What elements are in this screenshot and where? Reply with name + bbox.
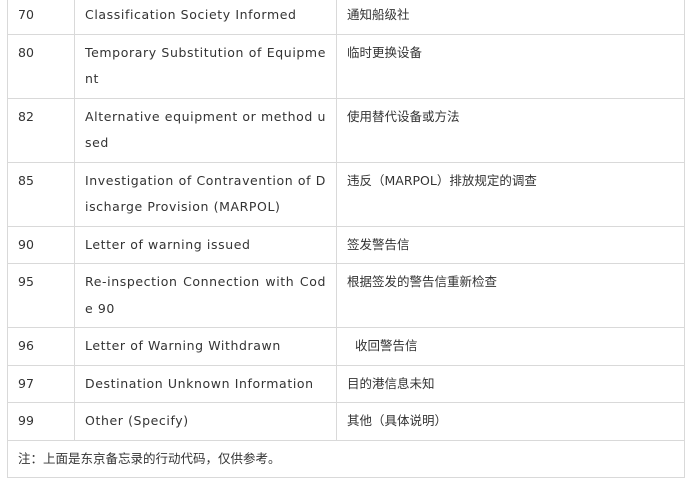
english-description-cell: Temporary Substitution of Equipment bbox=[74, 33, 337, 99]
chinese-description-cell: 签发警告信 bbox=[336, 225, 685, 264]
chinese-description-cell: 目的港信息未知 bbox=[336, 364, 685, 403]
table-row: 95 Re-inspection Connection with Code 90… bbox=[7, 263, 685, 328]
code-cell: 99 bbox=[7, 402, 75, 441]
note-row: 注：上面是东京备忘录的行动代码，仅供参考。 bbox=[7, 439, 685, 478]
table-row: 96 Letter of Warning Withdrawn 收回警告信 bbox=[7, 327, 685, 366]
table-row: 99 Other (Specify) 其他（具体说明） bbox=[7, 402, 685, 441]
table-row: 80 Temporary Substitution of Equipment 临… bbox=[7, 33, 685, 99]
table-row: 70 Classification Society Informed 通知船级社 bbox=[7, 0, 685, 35]
chinese-description-cell: 违反（MARPOL）排放规定的调查 bbox=[336, 161, 685, 227]
english-description-cell: Investigation of Contravention of Discha… bbox=[74, 161, 337, 227]
table-row: 90 Letter of warning issued 签发警告信 bbox=[7, 225, 685, 264]
english-description-cell: Letter of Warning Withdrawn bbox=[74, 327, 337, 366]
chinese-description-cell: 收回警告信 bbox=[336, 327, 685, 366]
code-cell: 85 bbox=[7, 161, 75, 227]
english-description-cell: Destination Unknown Information bbox=[74, 364, 337, 403]
code-cell: 80 bbox=[7, 33, 75, 99]
english-description-cell: Re-inspection Connection with Code 90 bbox=[74, 263, 337, 328]
action-codes-table: 70 Classification Society Informed 通知船级社… bbox=[7, 0, 685, 478]
table-note: 注：上面是东京备忘录的行动代码，仅供参考。 bbox=[7, 439, 685, 478]
code-cell: 82 bbox=[7, 97, 75, 163]
table-row: 85 Investigation of Contravention of Dis… bbox=[7, 161, 685, 227]
code-cell: 96 bbox=[7, 327, 75, 366]
english-description-cell: Classification Society Informed bbox=[74, 0, 337, 35]
code-cell: 95 bbox=[7, 263, 75, 328]
chinese-description-cell: 通知船级社 bbox=[336, 0, 685, 35]
chinese-description-cell: 根据签发的警告信重新检查 bbox=[336, 263, 685, 328]
chinese-description-cell: 临时更换设备 bbox=[336, 33, 685, 99]
code-cell: 97 bbox=[7, 364, 75, 403]
code-cell: 70 bbox=[7, 0, 75, 35]
code-cell: 90 bbox=[7, 225, 75, 264]
table-row: 82 Alternative equipment or method used … bbox=[7, 97, 685, 163]
chinese-description-cell: 使用替代设备或方法 bbox=[336, 97, 685, 163]
english-description-cell: Alternative equipment or method used bbox=[74, 97, 337, 163]
chinese-description-cell: 其他（具体说明） bbox=[336, 402, 685, 441]
table-row: 97 Destination Unknown Information 目的港信息… bbox=[7, 364, 685, 403]
english-description-cell: Letter of warning issued bbox=[74, 225, 337, 264]
english-description-cell: Other (Specify) bbox=[74, 402, 337, 441]
